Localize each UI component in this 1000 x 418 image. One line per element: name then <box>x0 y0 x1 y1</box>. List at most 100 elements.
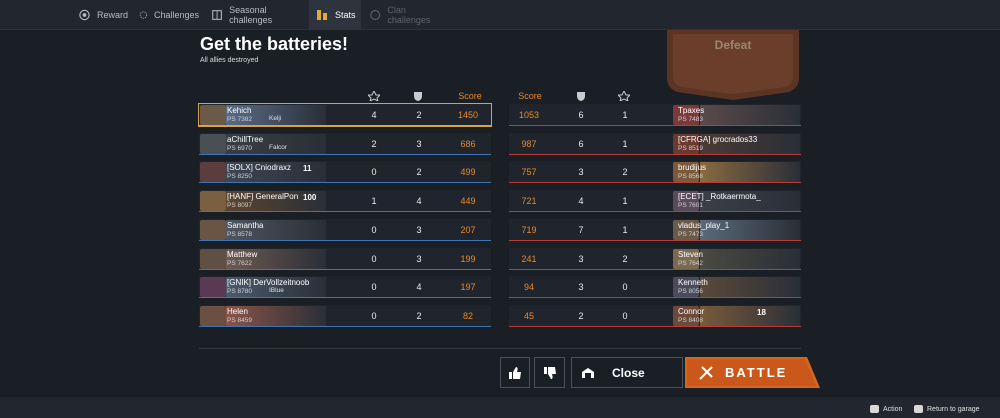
enemy-row[interactable]: Tpaxes PS 7483 1053 6 1 <box>509 104 801 126</box>
kills-icon <box>618 91 630 101</box>
player-name: aChillTree <box>227 134 264 144</box>
top-tab-bar: Reward Challenges Seasonal challenges St… <box>0 0 1000 30</box>
assists-value: 2 <box>416 110 422 120</box>
tab-challenges[interactable]: Challenges <box>139 0 199 30</box>
avatar <box>200 277 226 298</box>
player-name: Steven <box>678 249 703 259</box>
player-name: vladus_play_1 <box>678 220 730 230</box>
action-hint[interactable]: Action <box>870 405 902 413</box>
seasonal-icon <box>212 10 222 20</box>
kills-value: 7 <box>578 224 584 235</box>
tab-clan-challenges[interactable]: Clan challenges <box>369 0 444 30</box>
player-name: [CFRGA] grocrados33 <box>678 134 758 144</box>
tank-image <box>700 105 800 125</box>
ally-row[interactable]: Kehich PS 7382 Kelji 4 2 1450 <box>198 103 492 127</box>
assists-value: 2 <box>622 253 628 264</box>
close-label: Close <box>612 365 645 380</box>
player-rating: PS 7601 <box>678 202 703 210</box>
tank-image <box>700 305 800 326</box>
player-rating: PS 8519 <box>678 144 703 152</box>
assists-value: 1 <box>622 110 628 120</box>
player-rating: PS 7382 <box>227 116 252 123</box>
battle-label: BATTLE <box>725 365 788 380</box>
close-button[interactable]: Close <box>571 357 683 388</box>
avatar <box>200 305 226 326</box>
battle-button[interactable]: BATTLE <box>685 357 820 388</box>
score-value: 449 <box>460 196 476 207</box>
score-value: 199 <box>460 253 476 264</box>
ally-row[interactable]: aChillTree PS 6970 Falcor 2 3 686 <box>199 132 491 155</box>
avatar <box>200 191 226 212</box>
enemy-row[interactable]: [CFRGA] grocrados33 PS 8519 987 6 1 <box>509 132 801 155</box>
tab-label: Clan challenges <box>387 5 431 25</box>
kills-value: 4 <box>578 196 584 207</box>
player-name: Tpaxes <box>678 106 705 115</box>
player-name: Kehich <box>227 106 252 115</box>
ally-row[interactable]: Samantha PS 8578 0 3 207 <box>199 218 491 241</box>
enemy-row[interactable]: Connor PS 8408 18 45 2 0 <box>509 304 801 327</box>
player-rating: PS 7473 <box>678 230 703 238</box>
kills-value: 1 <box>371 196 377 207</box>
assists-value: 2 <box>416 310 422 321</box>
assists-value: 3 <box>416 253 422 264</box>
player-rating: PS 8780 <box>227 288 252 296</box>
score-value: 94 <box>523 282 534 293</box>
challenges-icon <box>139 11 148 19</box>
battle-icon <box>699 366 713 380</box>
enemy-row[interactable]: brudijus PS 8568 757 3 2 <box>509 161 801 184</box>
player-rating: PS 8568 <box>678 173 703 181</box>
thumbs-up-icon <box>509 366 521 379</box>
tab-stats[interactable]: Stats <box>309 0 361 30</box>
battle-subtitle: All allies destroyed <box>200 57 259 64</box>
stats-icon <box>317 10 327 20</box>
avatar <box>200 219 226 240</box>
like-button[interactable] <box>500 357 530 388</box>
score-value: 1450 <box>457 110 479 120</box>
player-name: Connor <box>678 306 705 316</box>
player-rating: PS 6970 <box>227 144 252 152</box>
enemy-row[interactable]: [ECET] _Rotkaermota_ PS 7601 721 4 1 <box>509 190 801 213</box>
enemy-row[interactable]: vladus_play_1 PS 7473 719 7 1 <box>509 218 801 241</box>
score-value: 721 <box>521 196 537 207</box>
rank-badge: 18 <box>757 307 766 317</box>
tab-reward[interactable]: Reward <box>78 0 128 30</box>
ally-row[interactable]: [HANF] GeneralPon PS 8097 100 1 4 449 <box>199 190 491 213</box>
score-value: 241 <box>521 253 537 264</box>
assists-value: 2 <box>622 167 628 178</box>
kills-value: 6 <box>578 110 584 120</box>
rank-badge: 100 <box>303 193 317 203</box>
kills-value: 4 <box>371 110 377 120</box>
player-rating: PS 7622 <box>227 259 252 267</box>
player-rating: PS 7642 <box>678 259 703 267</box>
kills-value: 6 <box>578 138 584 149</box>
player-rating: PS 8578 <box>227 230 252 238</box>
assists-value: 4 <box>416 282 422 293</box>
divider <box>199 348 801 349</box>
avatar <box>200 162 226 183</box>
ally-row[interactable]: Helen PS 8459 0 2 82 <box>199 304 491 327</box>
player-name: brudijus <box>678 163 707 173</box>
player-name: [GNIK] DerVollzeitnoob <box>227 278 310 288</box>
player-rating: PS 8459 <box>227 316 252 324</box>
kills-value: 3 <box>578 253 584 264</box>
enemy-row[interactable]: Steven PS 7642 241 3 2 <box>509 247 801 270</box>
player-rating: PS 7483 <box>678 116 703 123</box>
assists-value: 1 <box>622 138 628 149</box>
avatar <box>200 133 226 154</box>
enemy-row[interactable]: Kenneth PS 8056 94 3 0 <box>509 276 801 299</box>
platoon-tag: IBlue <box>269 287 284 295</box>
tab-seasonal-challenges[interactable]: Seasonal challenges <box>211 0 301 30</box>
tab-label: Seasonal challenges <box>229 5 273 25</box>
dislike-button[interactable] <box>534 357 565 388</box>
mouse-icon <box>870 405 879 413</box>
ally-row[interactable]: [GNIK] DerVollzeitnoob PS 8780 IBlue 0 4 197 <box>199 276 491 299</box>
ally-row[interactable]: Matthew PS 7622 0 3 199 <box>199 247 491 270</box>
battle-title: Get the batteries! <box>200 34 349 54</box>
return-label: Return to garage <box>927 405 980 413</box>
result-label: Defeat <box>714 38 752 52</box>
score-value: 1053 <box>518 110 540 120</box>
score-value: 45 <box>523 310 534 321</box>
return-hint[interactable]: Return to garage <box>914 405 980 413</box>
assists-value: 4 <box>416 196 422 207</box>
ally-row[interactable]: [SOLX] Cniodraxz PS 8250 11 0 2 499 <box>199 161 491 184</box>
